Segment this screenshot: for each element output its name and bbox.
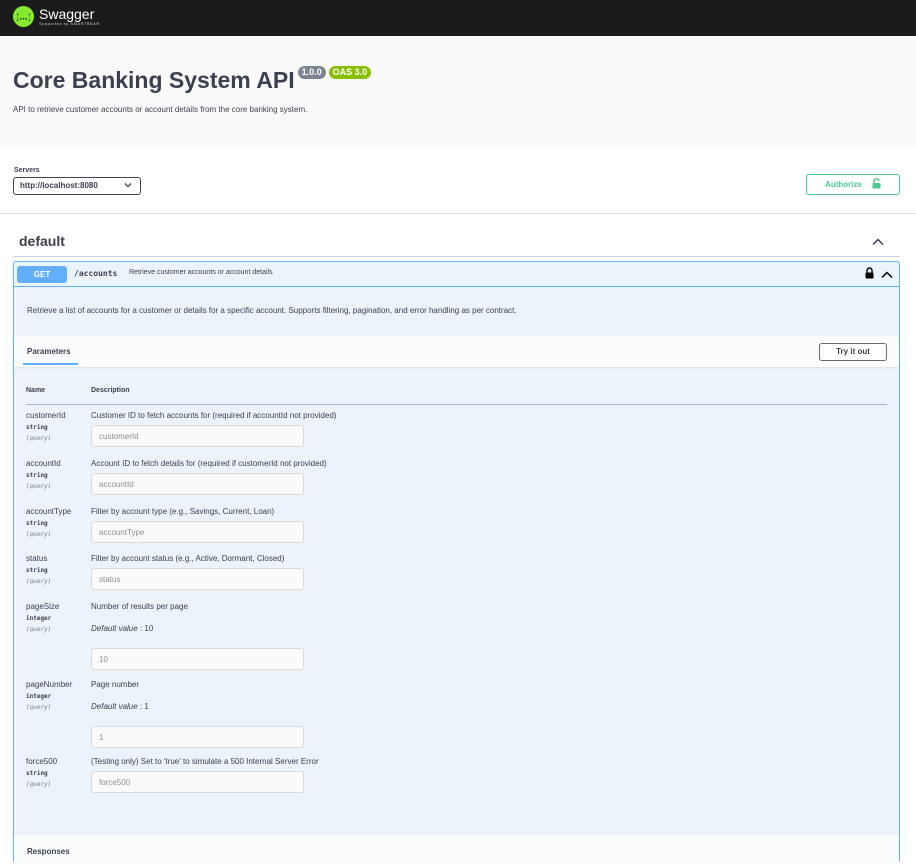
parameter-description: Customer ID to fetch accounts for (requi…: [91, 411, 337, 420]
swagger-logo[interactable]: {…} Swagger Supported by SMARTBEAR: [13, 6, 100, 27]
default-value: : 1: [139, 702, 149, 711]
accountType-input[interactable]: accountType: [91, 521, 304, 543]
pageNumber-input[interactable]: 1: [91, 726, 304, 748]
oas-badge: OAS 3.0: [328, 66, 372, 79]
parameter-description: Page number: [91, 680, 140, 689]
api-description: API to retrieve customer accounts or acc…: [13, 105, 308, 114]
authorize-label: Authorize: [825, 180, 862, 189]
status-input[interactable]: status: [91, 568, 304, 590]
header-divider: [26, 404, 887, 405]
parameter-type: string: [26, 520, 48, 527]
operation-summary-text: Retrieve customer accounts or account de…: [129, 269, 273, 276]
parameter-location: (query): [26, 483, 52, 490]
unlock-icon: [872, 178, 881, 191]
parameter-name: accountId: [26, 459, 61, 468]
top-bar: {…} Swagger Supported by SMARTBEAR: [0, 0, 916, 36]
parameter-name: customerId: [26, 411, 66, 420]
default-label: Default value: [91, 624, 138, 633]
chevron-up-icon[interactable]: [880, 267, 894, 285]
operation-description: Retrieve a list of accounts for a custom…: [27, 306, 517, 315]
parameter-type: integer: [26, 615, 52, 622]
tab-parameters[interactable]: Parameters: [27, 347, 71, 356]
parameter-name: status: [26, 554, 48, 563]
authorize-button[interactable]: Authorize: [806, 174, 900, 195]
api-title: Core Banking System API: [13, 67, 295, 93]
parameter-type: string: [26, 770, 48, 777]
logo-subtitle: Supported by SMARTBEAR: [39, 21, 100, 26]
operation-path: /accounts: [74, 269, 118, 278]
parameter-description: Filter by account status (e.g., Active, …: [91, 554, 285, 563]
servers-selected-value: http://localhost:8080: [20, 181, 98, 190]
parameter-location: (query): [26, 626, 52, 633]
parameter-description: (Testing only) Set to 'true' to simulate…: [91, 757, 319, 766]
parameter-description: Account ID to fetch details for (require…: [91, 459, 327, 468]
parameter-description: Number of results per page: [91, 602, 188, 611]
parameter-default: Default value : 1: [91, 702, 149, 711]
swagger-logo-icon: {…}: [13, 6, 34, 27]
try-it-out-button[interactable]: Try it out: [819, 343, 887, 361]
parameter-type: string: [26, 567, 48, 574]
divider: [0, 213, 916, 214]
responses-section: Responses: [14, 835, 899, 864]
parameter-description: Filter by account type (e.g., Savings, C…: [91, 507, 275, 516]
info-section: Core Banking System API 1.0.0 OAS 3.0 AP…: [0, 36, 916, 147]
parameter-name: accountType: [26, 507, 72, 516]
parameter-type: string: [26, 424, 48, 431]
default-value: : 10: [139, 624, 154, 633]
operation-block: GET /accounts Retrieve customer accounts…: [13, 261, 900, 864]
tab-active-indicator: [23, 363, 78, 365]
tag-title[interactable]: default: [19, 233, 65, 249]
logo-title: Swagger: [39, 6, 95, 22]
parameter-name: force500: [26, 757, 58, 766]
accountId-input[interactable]: accountId: [91, 473, 304, 495]
parameter-name: pageNumber: [26, 680, 73, 689]
responses-title: Responses: [27, 847, 70, 856]
parameter-location: (query): [26, 578, 52, 585]
parameter-default: Default value : 10: [91, 624, 153, 633]
customerId-input[interactable]: customerId: [91, 425, 304, 447]
column-header-description: Description: [91, 387, 130, 394]
parameter-type: integer: [26, 693, 52, 700]
operation-summary[interactable]: GET /accounts Retrieve customer accounts…: [14, 262, 899, 287]
parameter-location: (query): [26, 435, 52, 442]
parameter-location: (query): [26, 704, 52, 711]
chevron-down-icon: [124, 181, 132, 191]
force500-input[interactable]: force500: [91, 771, 304, 793]
method-badge: GET: [17, 266, 67, 283]
servers-select[interactable]: http://localhost:8080: [13, 177, 141, 195]
default-label: Default value: [91, 702, 138, 711]
tag-divider: [14, 256, 900, 257]
lock-icon[interactable]: [865, 266, 874, 284]
parameter-location: (query): [26, 531, 52, 538]
parameter-location: (query): [26, 781, 52, 788]
chevron-up-icon[interactable]: [871, 234, 885, 252]
svg-text:{…}: {…}: [17, 13, 30, 22]
parameters-header: Parameters Try it out: [14, 336, 899, 367]
version-badge: 1.0.0: [297, 66, 326, 79]
parameter-type: string: [26, 472, 48, 479]
pageSize-input[interactable]: 10: [91, 648, 304, 670]
column-header-name: Name: [26, 387, 46, 394]
parameter-name: pageSize: [26, 602, 60, 611]
servers-label: Servers: [14, 167, 40, 174]
